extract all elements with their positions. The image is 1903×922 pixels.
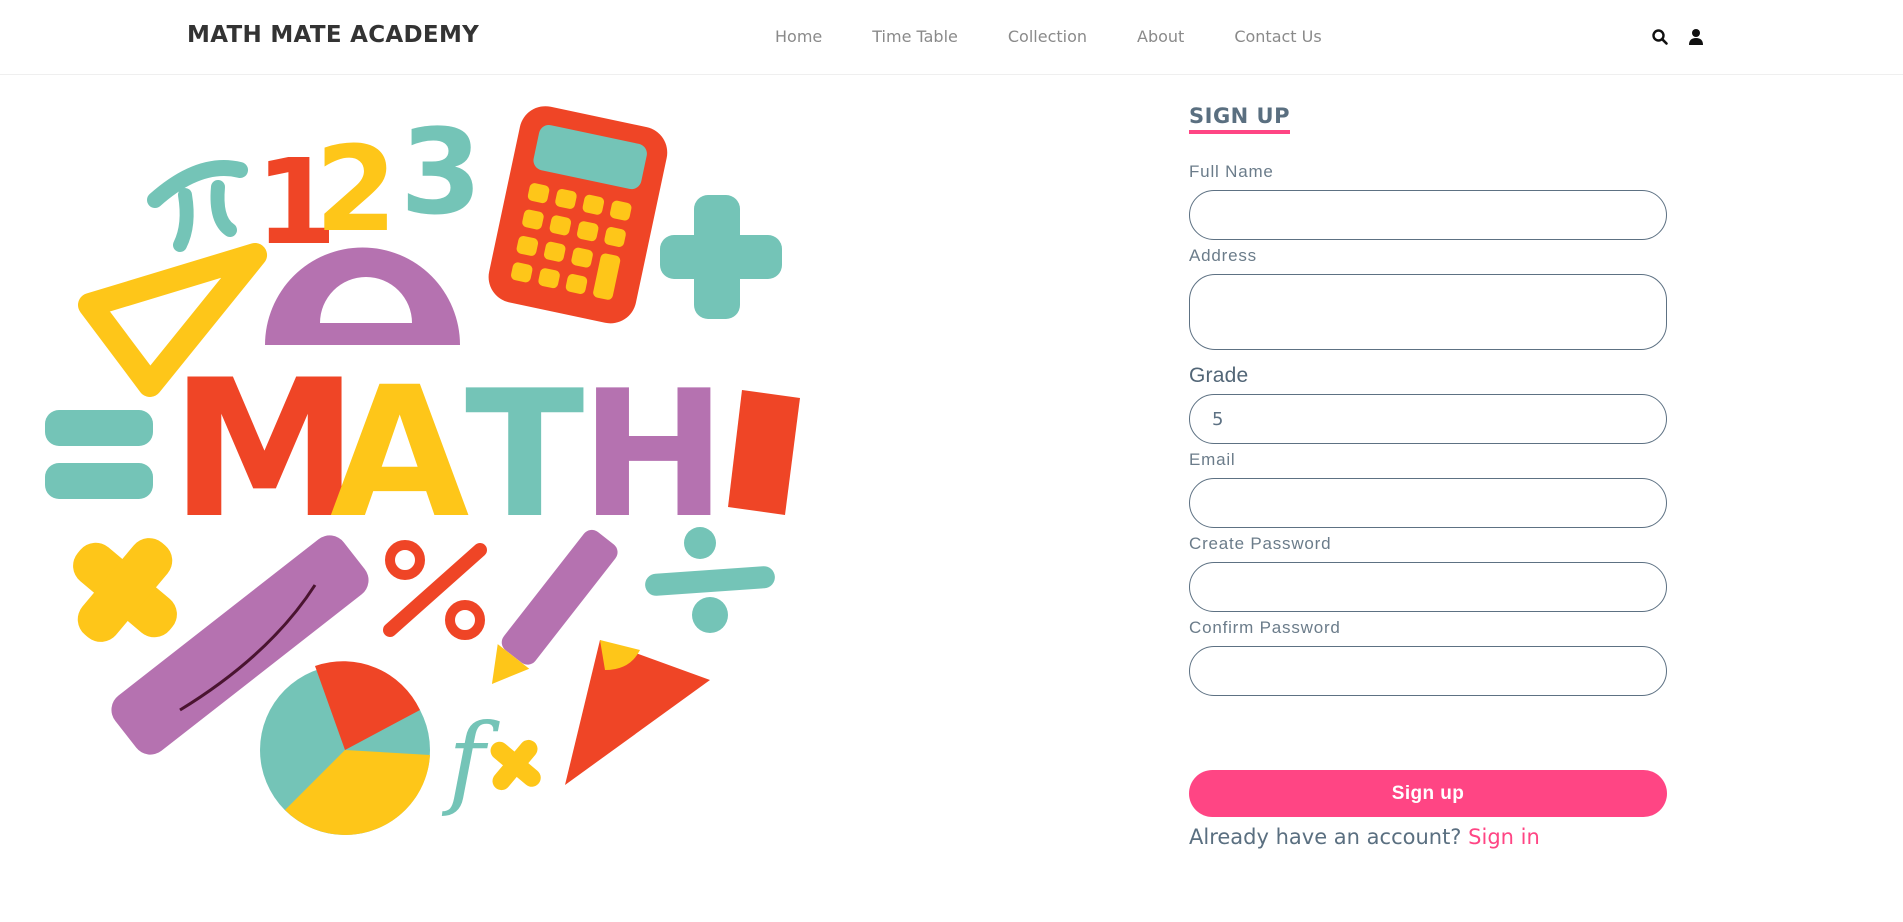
math-illustration: 1 2 3 M A T H f — [40, 95, 820, 855]
top-navbar: MATH MATE ACADEMY Home Time Table Collec… — [0, 0, 1903, 75]
account-prompt-text: Already have an account? — [1189, 825, 1462, 849]
create-password-input[interactable] — [1189, 562, 1667, 612]
email-label: Email — [1189, 450, 1236, 469]
svg-text:A: A — [330, 349, 469, 558]
signup-form: SIGN UP Full Name Address Grade Email Cr… — [1189, 104, 1667, 849]
header-icons — [1651, 28, 1705, 46]
nav-collection[interactable]: Collection — [1008, 27, 1087, 46]
svg-text:f: f — [441, 702, 500, 819]
brand-logo-text[interactable]: MATH MATE ACADEMY — [187, 22, 479, 48]
grade-label: Grade — [1189, 364, 1249, 387]
form-title: SIGN UP — [1189, 104, 1291, 134]
signin-prompt: Already have an account? Sign in — [1189, 825, 1667, 849]
confirm-password-input[interactable] — [1189, 646, 1667, 696]
nav-time-table[interactable]: Time Table — [872, 27, 958, 46]
svg-text:2: 2 — [315, 120, 397, 258]
nav-about[interactable]: About — [1137, 27, 1184, 46]
nav-contact-us[interactable]: Contact Us — [1234, 27, 1321, 46]
signup-button[interactable]: Sign up — [1189, 770, 1667, 817]
confirm-password-label: Confirm Password — [1189, 618, 1341, 637]
create-password-label: Create Password — [1189, 534, 1332, 553]
main-nav: Home Time Table Collection About Contact… — [775, 27, 1372, 46]
full-name-label: Full Name — [1189, 162, 1274, 181]
svg-text:H: H — [580, 354, 726, 557]
address-input[interactable] — [1189, 274, 1667, 350]
user-icon[interactable] — [1687, 28, 1705, 46]
address-label: Address — [1189, 246, 1257, 265]
search-icon[interactable] — [1651, 28, 1669, 46]
email-input[interactable] — [1189, 478, 1667, 528]
signin-link[interactable]: Sign in — [1468, 825, 1540, 849]
svg-text:3: 3 — [400, 103, 482, 241]
svg-text:T: T — [465, 354, 584, 557]
nav-home[interactable]: Home — [775, 27, 822, 46]
full-name-input[interactable] — [1189, 190, 1667, 240]
grade-input[interactable] — [1189, 394, 1667, 444]
